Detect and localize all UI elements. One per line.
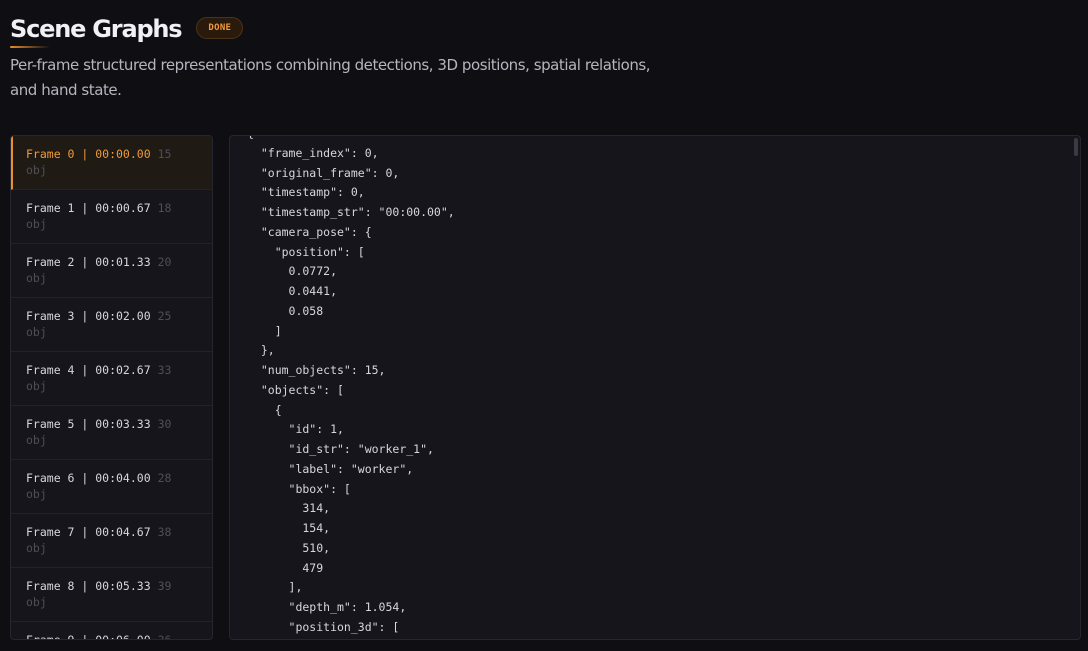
frame-label: Frame 2 | 00:01.33 bbox=[26, 255, 151, 269]
json-line: { bbox=[247, 136, 254, 140]
status-badge: DONE bbox=[196, 17, 244, 39]
frame-object-unit: obj bbox=[26, 379, 47, 393]
json-line: 0.0441, bbox=[247, 284, 338, 298]
json-line: "label": "worker", bbox=[247, 461, 414, 476]
json-line: "position": [ bbox=[247, 244, 365, 259]
json-line: "id": 1, bbox=[247, 422, 344, 437]
frame-list-item[interactable]: Frame 7 | 00:04.67 38 obj bbox=[11, 514, 212, 568]
frame-object-unit: obj bbox=[26, 541, 47, 555]
frame-label: Frame 9 | 00:06.00 bbox=[26, 633, 151, 640]
frame-list-item[interactable]: Frame 1 | 00:00.67 18 obj bbox=[11, 190, 212, 244]
json-line: }, bbox=[247, 343, 275, 358]
frame-object-unit: obj bbox=[26, 163, 47, 177]
frame-object-count: 28 bbox=[157, 471, 172, 485]
frame-list-item[interactable]: Frame 4 | 00:02.67 33 obj bbox=[11, 352, 212, 406]
json-line: "camera_pose": { bbox=[247, 224, 372, 239]
frame-list-item[interactable]: Frame 2 | 00:01.33 20 obj bbox=[11, 244, 212, 298]
json-line: "original_frame": 0, bbox=[247, 165, 400, 180]
json-line: "timestamp": 0, bbox=[247, 185, 365, 200]
page-header: Scene Graphs DONE Per-frame structured r… bbox=[10, 12, 710, 99]
frame-object-unit: obj bbox=[26, 595, 47, 609]
json-line: "timestamp_str": "00:00.00", bbox=[247, 205, 455, 219]
json-code-block: { "frame_index": 0, "original_frame": 0,… bbox=[247, 136, 455, 638]
json-line: "bbox": [ bbox=[247, 481, 351, 496]
frame-label: Frame 5 | 00:03.33 bbox=[26, 417, 151, 431]
json-line: 314, bbox=[247, 501, 331, 516]
json-viewer[interactable]: { "frame_index": 0, "original_frame": 0,… bbox=[229, 135, 1081, 640]
json-line: "depth_m": 1.054, bbox=[247, 600, 407, 614]
frame-object-unit: obj bbox=[26, 487, 47, 501]
frame-object-count: 33 bbox=[157, 363, 172, 377]
json-line: 479 bbox=[247, 560, 324, 575]
frame-object-count: 36 bbox=[157, 633, 172, 640]
frame-object-count: 39 bbox=[157, 579, 172, 593]
json-line: "id_str": "worker_1", bbox=[247, 442, 434, 456]
json-line: "num_objects": 15, bbox=[247, 363, 386, 377]
title-underline bbox=[10, 46, 50, 48]
json-line: 510, bbox=[247, 540, 331, 555]
title-row: Scene Graphs DONE bbox=[10, 12, 710, 46]
json-line: { bbox=[247, 402, 282, 417]
frame-list-item[interactable]: Frame 9 | 00:06.00 36obj bbox=[11, 622, 212, 640]
frame-label: Frame 7 | 00:04.67 bbox=[26, 525, 151, 539]
frame-list-item[interactable]: Frame 3 | 00:02.00 25 obj bbox=[11, 298, 212, 352]
json-line: 0.058 bbox=[247, 303, 324, 318]
json-line: "objects": [ bbox=[247, 382, 344, 397]
frame-list-item[interactable]: Frame 6 | 00:04.00 28 obj bbox=[11, 460, 212, 514]
frame-list-item[interactable]: Frame 8 | 00:05.33 39 obj bbox=[11, 568, 212, 622]
frame-label: Frame 6 | 00:04.00 bbox=[26, 471, 151, 485]
frame-list-item[interactable]: Frame 0 | 00:00.00 15 obj bbox=[11, 136, 212, 190]
frame-object-count: 25 bbox=[157, 309, 172, 323]
json-viewer-scrollbar[interactable] bbox=[1074, 138, 1078, 156]
frame-object-unit: obj bbox=[26, 433, 47, 447]
frame-object-count: 15 bbox=[157, 147, 172, 161]
frame-label: Frame 0 | 00:00.00 bbox=[26, 147, 151, 161]
page-subtitle: Per-frame structured representations com… bbox=[10, 56, 651, 99]
frame-object-count: 18 bbox=[157, 201, 172, 215]
frame-object-unit: obj bbox=[26, 217, 47, 231]
frame-object-unit: obj bbox=[26, 271, 47, 285]
frame-object-count: 20 bbox=[157, 255, 172, 269]
frame-label: Frame 1 | 00:00.67 bbox=[26, 201, 151, 215]
frame-object-unit: obj bbox=[26, 325, 47, 339]
page-title: Scene Graphs bbox=[10, 15, 183, 43]
frame-label: Frame 8 | 00:05.33 bbox=[26, 579, 151, 593]
frame-list-item[interactable]: Frame 5 | 00:03.33 30 obj bbox=[11, 406, 212, 460]
frame-list[interactable]: Frame 0 | 00:00.00 15 obj Frame 1 | 00:00.… bbox=[10, 135, 213, 640]
frame-object-count: 38 bbox=[157, 525, 172, 539]
frame-label: Frame 4 | 00:02.67 bbox=[26, 363, 151, 377]
json-line: ], bbox=[247, 580, 303, 595]
json-line: ] bbox=[247, 323, 282, 338]
json-line: 154, bbox=[247, 521, 331, 535]
frame-label: Frame 3 | 00:02.00 bbox=[26, 309, 151, 323]
json-line: "position_3d": [ bbox=[247, 619, 400, 634]
frame-object-count: 30 bbox=[157, 417, 172, 431]
json-line: 0.0772, bbox=[247, 264, 338, 279]
json-line: "frame_index": 0, bbox=[247, 145, 379, 160]
